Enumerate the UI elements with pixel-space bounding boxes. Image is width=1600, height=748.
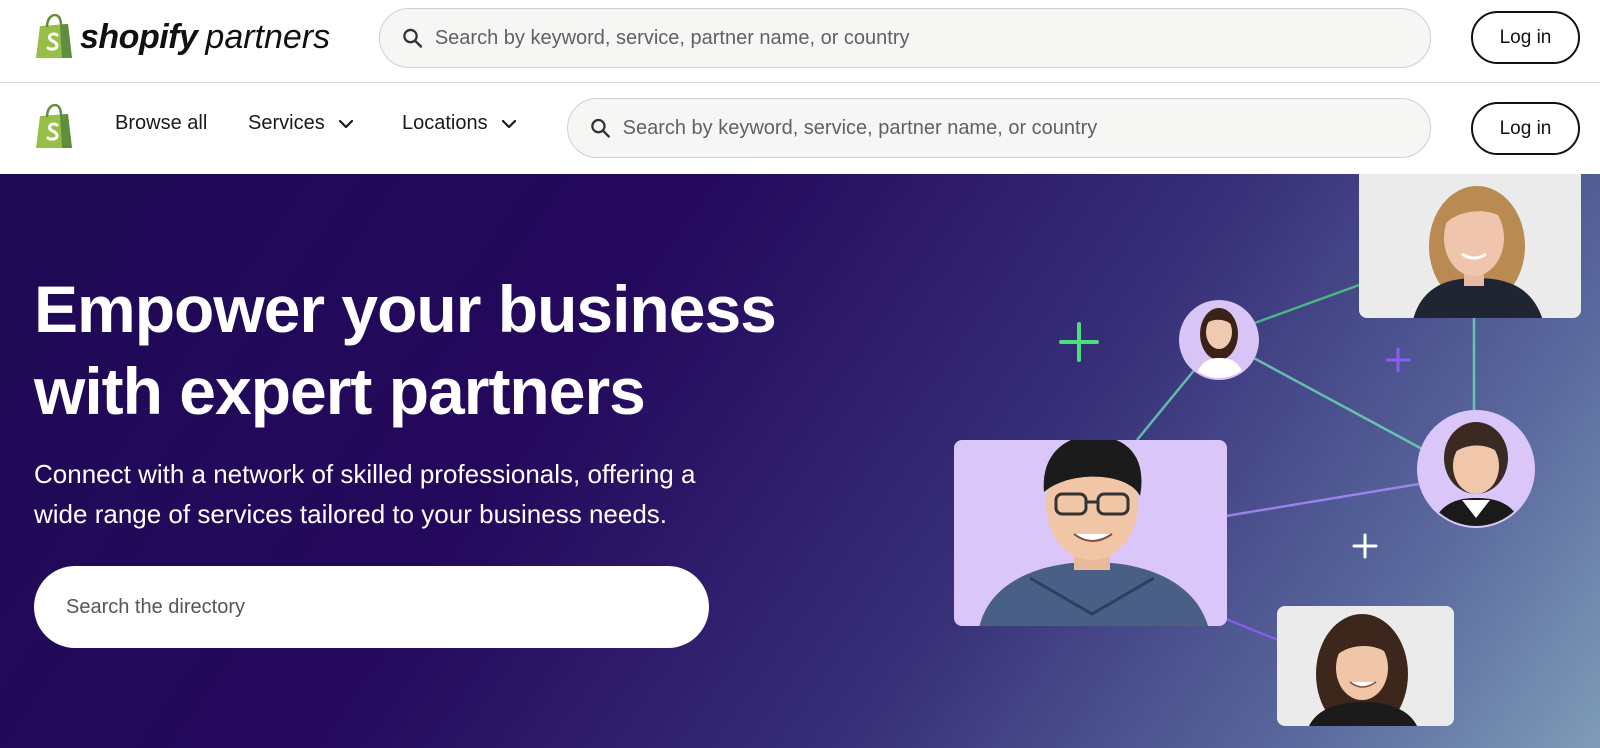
logo-wordmark-shopify: shopify (80, 17, 198, 56)
nav-item-services[interactable]: Services (248, 112, 355, 135)
partner-photo-woman-short-hair (1417, 410, 1535, 528)
plus-decoration-green (1059, 322, 1099, 362)
nav-item-browse-all[interactable]: Browse all (115, 112, 207, 135)
header-login-button[interactable]: Log in (1471, 11, 1580, 64)
shopify-bag-icon[interactable] (34, 104, 74, 150)
chevron-down-icon (501, 119, 516, 128)
nav-login-button[interactable]: Log in (1471, 102, 1580, 155)
plus-decoration-purple (1385, 347, 1411, 373)
main-navigation: Browse all Services Locations Log in (0, 84, 1600, 174)
chevron-down-icon (338, 119, 353, 128)
nav-item-label: Locations (402, 112, 488, 134)
nav-search-input[interactable] (622, 116, 1430, 140)
shopify-partners-logo[interactable]: shopify partners (34, 14, 330, 60)
header-search-bar[interactable] (379, 8, 1431, 68)
hero-title: Empower your business with expert partne… (34, 268, 834, 432)
hero-section: Empower your business with expert partne… (0, 174, 1600, 748)
directory-search-bar[interactable] (34, 566, 709, 648)
nav-item-label: Services (248, 112, 325, 134)
hero-subtitle-line-1: Connect with a network of skilled profes… (34, 459, 696, 489)
search-icon (591, 118, 610, 138)
directory-search-input[interactable] (66, 595, 666, 619)
logo-wordmark-partners: partners (205, 17, 331, 56)
nav-item-label: Browse all (115, 112, 208, 134)
nav-item-locations[interactable]: Locations (402, 112, 518, 135)
partner-photo-woman-blonde (1359, 174, 1581, 318)
header-search-input[interactable] (434, 26, 1430, 50)
hero-subtitle: Connect with a network of skilled profes… (34, 454, 754, 534)
hero-subtitle-line-2: wide range of services tailored to your … (34, 499, 668, 529)
top-header: shopify partners Log in (0, 0, 1600, 83)
partner-photo-man-glasses (954, 440, 1227, 626)
shopify-bag-icon (36, 14, 72, 58)
hero-title-line-1: Empower your business (34, 272, 777, 346)
hero-title-line-2: with expert partners (34, 354, 646, 428)
partner-photo-woman-small-circle (1179, 300, 1259, 380)
nav-search-bar[interactable] (567, 98, 1431, 158)
search-icon (403, 28, 423, 48)
plus-decoration-white (1352, 533, 1378, 559)
partner-photo-woman-curly-hair (1277, 606, 1454, 726)
